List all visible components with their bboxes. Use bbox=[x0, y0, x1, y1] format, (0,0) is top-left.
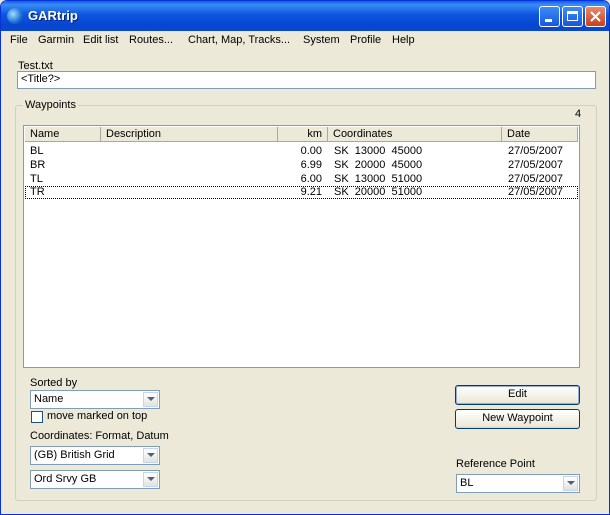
table-row[interactable]: TL 6.00 SK 13000 51000 27/05/2007 bbox=[25, 173, 578, 186]
chevron-down-icon[interactable] bbox=[143, 392, 158, 407]
table-row[interactable]: BL 0.00 SK 13000 45000 27/05/2007 bbox=[25, 145, 578, 158]
reference-point-select[interactable]: BL bbox=[456, 474, 580, 493]
reference-point-label: Reference Point bbox=[456, 458, 535, 470]
column-header-description[interactable]: Description bbox=[101, 127, 278, 142]
cell-km: 9.21 bbox=[300, 186, 322, 198]
reference-point-value: BL bbox=[460, 477, 474, 489]
chevron-down-icon[interactable] bbox=[143, 448, 158, 463]
menu-chart-map-tracks[interactable]: Chart, Map, Tracks... bbox=[188, 34, 290, 46]
coordinate-format-value: (GB) British Grid bbox=[34, 449, 115, 461]
cell-km: 6.00 bbox=[300, 173, 322, 185]
cell-date: 27/05/2007 bbox=[508, 159, 564, 171]
menu-bar: File Garmin Edit list Routes... Chart, M… bbox=[1, 31, 609, 50]
datum-value: Ord Srvy GB bbox=[34, 473, 97, 485]
coordinates-format-label: Coordinates: Format, Datum bbox=[30, 430, 169, 442]
maximize-button[interactable] bbox=[562, 6, 583, 27]
coordinate-format-select[interactable]: (GB) British Grid bbox=[30, 446, 160, 465]
cell-coordinates: SK 20000 51000 bbox=[334, 186, 423, 198]
menu-file[interactable]: File bbox=[10, 34, 28, 46]
cell-coordinates: SK 20000 45000 bbox=[334, 159, 423, 171]
app-window: GARtrip File Garmin Edit list Routes... … bbox=[0, 0, 610, 515]
cell-name: BR bbox=[30, 159, 46, 171]
column-header-date[interactable]: Date bbox=[502, 127, 578, 142]
cell-coordinates: SK 13000 45000 bbox=[334, 145, 423, 157]
waypoint-list[interactable]: Name Description km Coordinates Date BL … bbox=[23, 125, 580, 368]
chevron-down-icon[interactable] bbox=[143, 472, 158, 487]
globe-icon bbox=[7, 8, 23, 24]
menu-garmin[interactable]: Garmin bbox=[38, 34, 74, 46]
column-header-name[interactable]: Name bbox=[25, 127, 101, 142]
menu-system[interactable]: System bbox=[303, 34, 340, 46]
table-row[interactable]: BR 6.99 SK 20000 45000 27/05/2007 bbox=[25, 159, 578, 172]
list-header: Name Description km Coordinates Date bbox=[25, 127, 578, 142]
menu-routes[interactable]: Routes... bbox=[129, 34, 173, 46]
menu-help[interactable]: Help bbox=[392, 34, 415, 46]
move-marked-checkbox[interactable] bbox=[31, 411, 43, 423]
cell-km: 0.00 bbox=[300, 145, 322, 157]
move-marked-label: move marked on top bbox=[47, 410, 148, 422]
cell-km: 6.99 bbox=[300, 159, 322, 171]
title-input[interactable]: <Title?> bbox=[17, 71, 596, 89]
cell-date: 27/05/2007 bbox=[508, 173, 564, 185]
cell-coordinates: SK 13000 51000 bbox=[334, 173, 423, 185]
menu-profile[interactable]: Profile bbox=[350, 34, 381, 46]
close-button[interactable] bbox=[585, 6, 606, 27]
sorted-by-label: Sorted by bbox=[30, 377, 78, 389]
column-header-coordinates[interactable]: Coordinates bbox=[328, 127, 502, 142]
chevron-down-icon[interactable] bbox=[563, 476, 578, 491]
datum-select[interactable]: Ord Srvy GB bbox=[30, 470, 160, 489]
cell-name: BL bbox=[30, 145, 44, 157]
cell-date: 27/05/2007 bbox=[508, 186, 564, 198]
menu-edit-list[interactable]: Edit list bbox=[83, 34, 118, 46]
waypoint-count: 4 bbox=[575, 108, 582, 120]
new-waypoint-button[interactable]: New Waypoint bbox=[455, 409, 580, 429]
edit-button[interactable]: Edit bbox=[455, 385, 580, 405]
window-title: GARtrip bbox=[28, 8, 78, 23]
minimize-button[interactable] bbox=[539, 6, 560, 27]
column-header-km[interactable]: km bbox=[278, 127, 328, 142]
sort-by-select[interactable]: Name bbox=[30, 390, 160, 409]
cell-name: TR bbox=[30, 186, 45, 198]
cell-name: TL bbox=[30, 173, 43, 185]
waypoints-group-label: Waypoints bbox=[23, 99, 78, 111]
sort-by-value: Name bbox=[34, 393, 64, 405]
title-bar[interactable]: GARtrip bbox=[1, 1, 609, 31]
table-row-focused[interactable]: TR 9.21 SK 20000 51000 27/05/2007 bbox=[25, 186, 578, 199]
cell-date: 27/05/2007 bbox=[508, 145, 564, 157]
